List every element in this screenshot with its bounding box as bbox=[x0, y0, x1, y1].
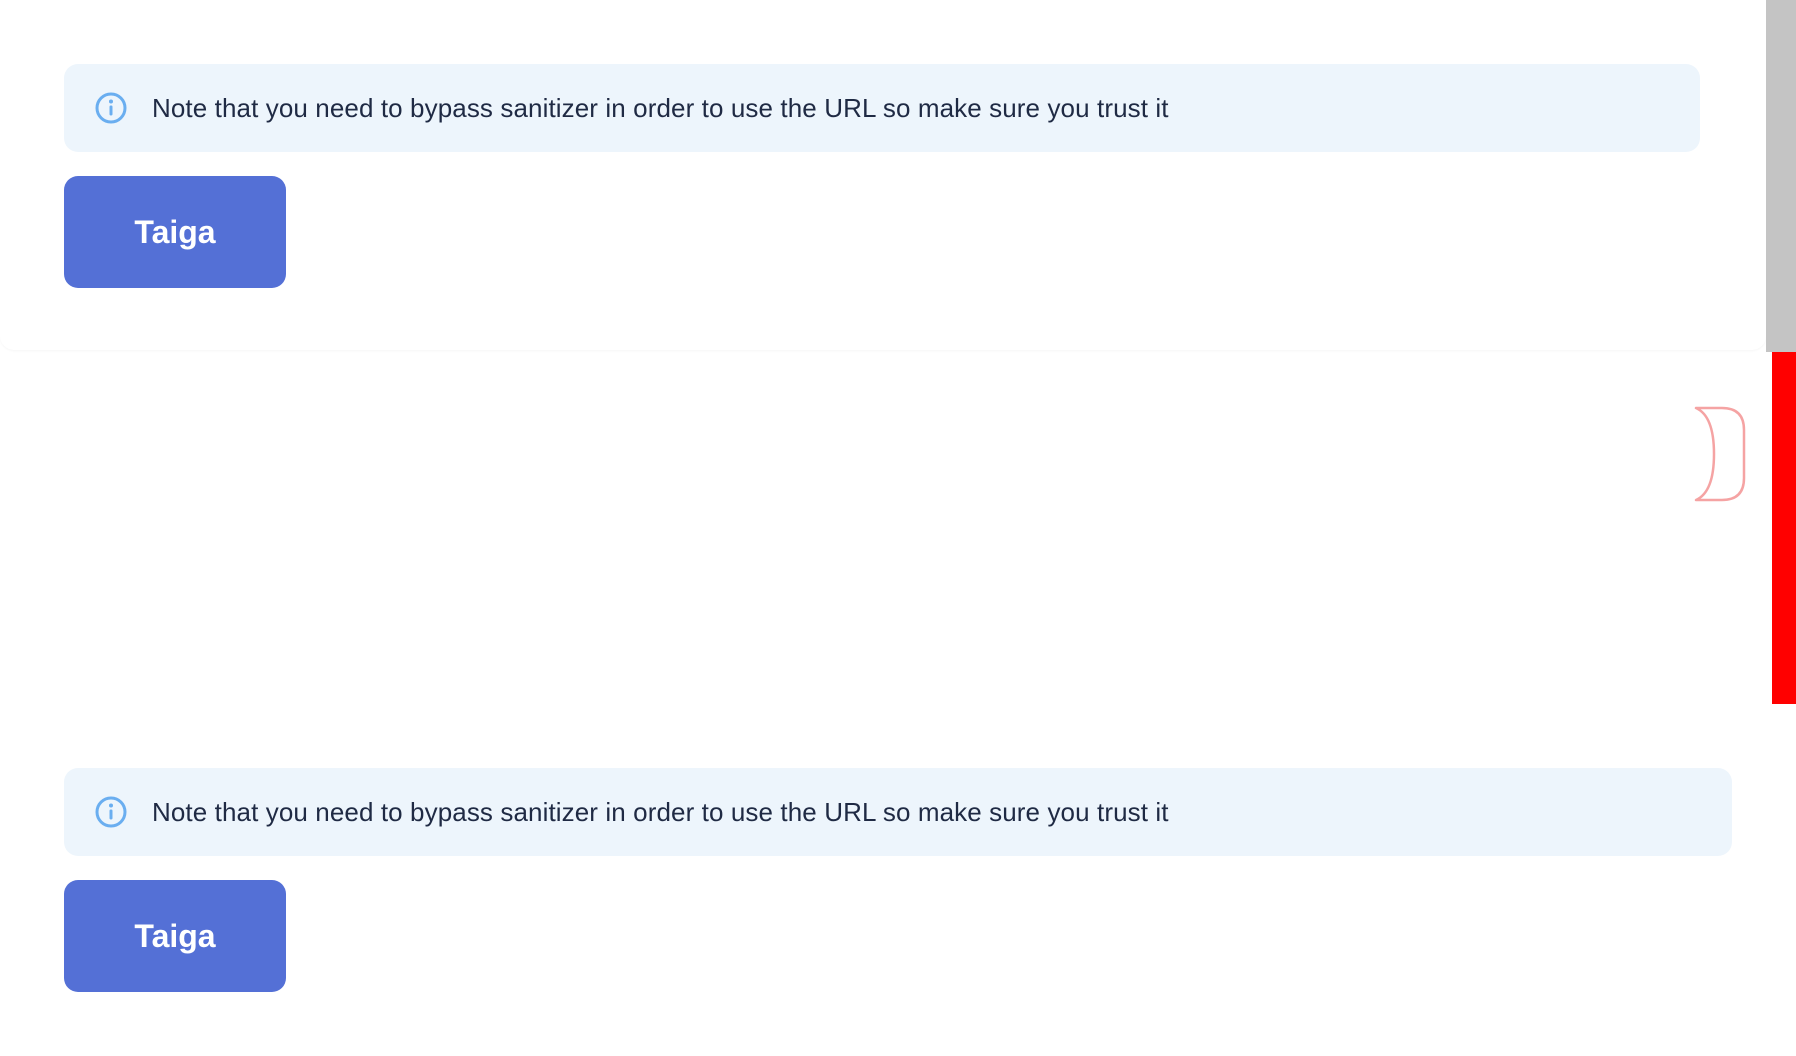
taiga-button[interactable]: Taiga bbox=[64, 176, 286, 288]
page: Note that you need to bypass sanitizer i… bbox=[0, 0, 1796, 1056]
top-panel: Note that you need to bypass sanitizer i… bbox=[0, 0, 1766, 350]
info-icon bbox=[94, 795, 128, 829]
banner-text: Note that you need to bypass sanitizer i… bbox=[152, 92, 1169, 123]
info-banner: Note that you need to bypass sanitizer i… bbox=[64, 768, 1732, 856]
banner-text: Note that you need to bypass sanitizer i… bbox=[152, 796, 1169, 827]
bracket-shape bbox=[1694, 406, 1746, 502]
scrollbar[interactable] bbox=[1766, 0, 1796, 352]
taiga-button[interactable]: Taiga bbox=[64, 880, 286, 992]
info-icon bbox=[94, 91, 128, 125]
red-strip bbox=[1772, 352, 1796, 704]
info-banner: Note that you need to bypass sanitizer i… bbox=[64, 64, 1700, 152]
